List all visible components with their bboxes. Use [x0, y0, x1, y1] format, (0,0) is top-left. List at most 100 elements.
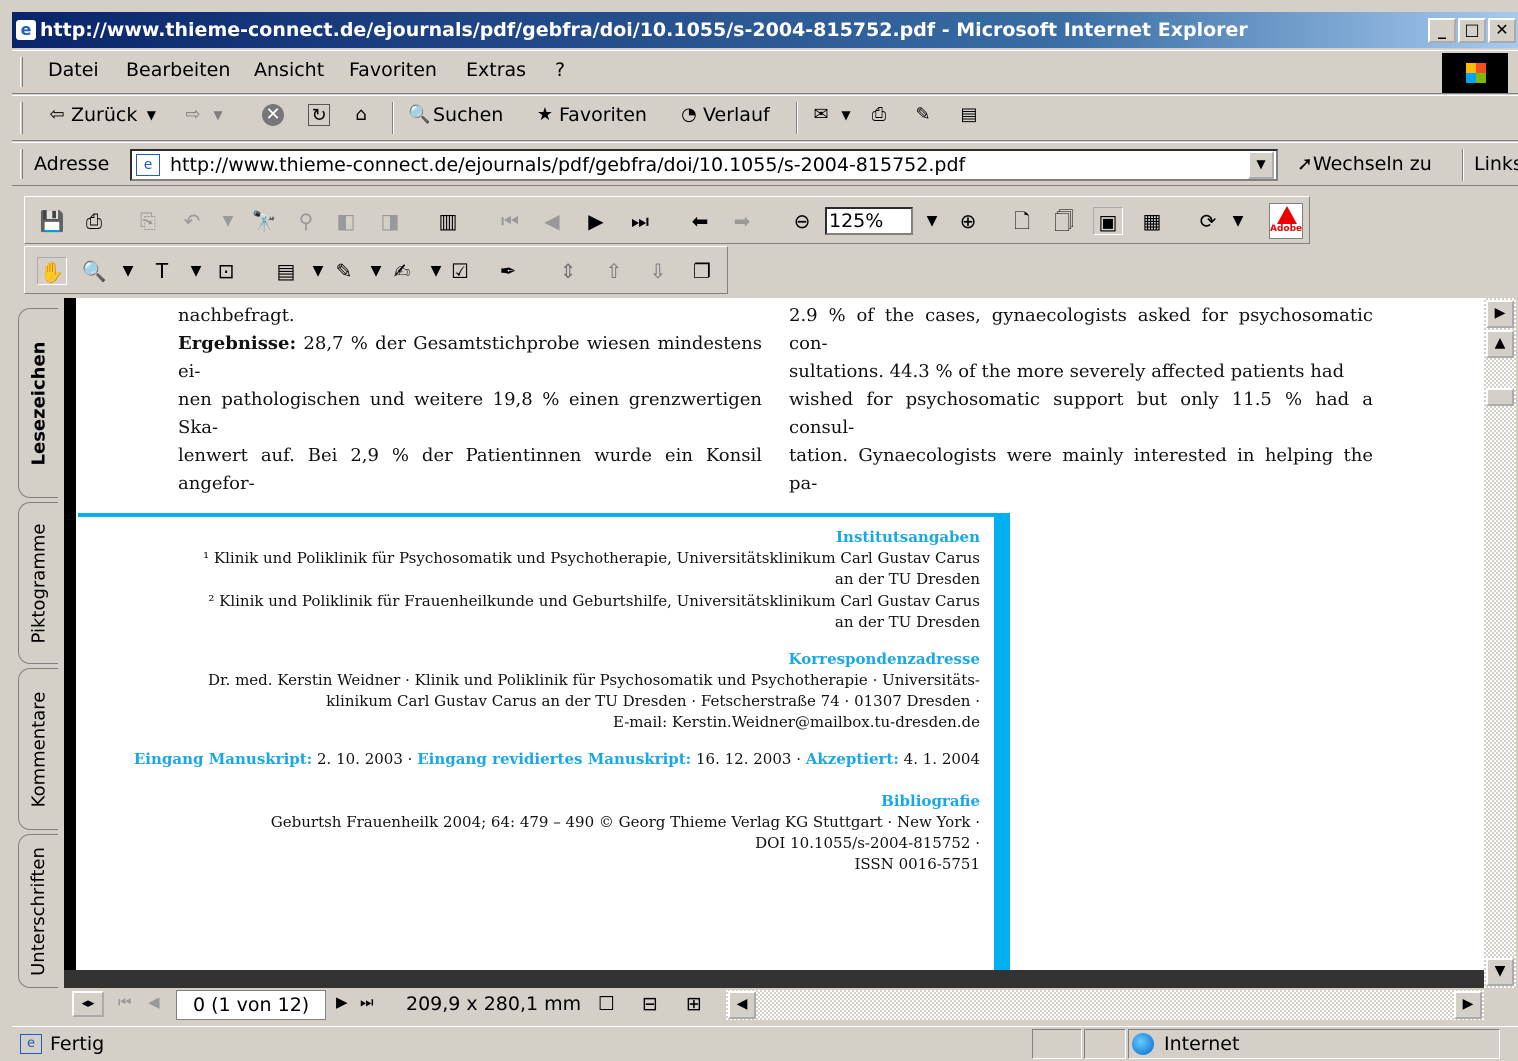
scroll-thumb[interactable] [1486, 388, 1514, 406]
rotate-icon[interactable]: ⟳ [1193, 207, 1223, 235]
address-input[interactable]: e http://www.thieme-connect.de/ejournals… [130, 149, 1278, 181]
spellcheck-icon[interactable]: ☑ [445, 257, 475, 285]
minimize-button[interactable]: _ [1428, 18, 1456, 43]
text-select-icon[interactable]: T [147, 257, 177, 285]
next-page-icon[interactable]: ▶ [581, 207, 611, 235]
reflow-icon[interactable]: ▦ [1137, 207, 1167, 235]
mail-icon: ✉ [813, 104, 829, 125]
favorites-button[interactable]: ★ Favoriten [534, 104, 647, 126]
chevron-down-icon[interactable]: ▼ [113, 257, 143, 285]
menu-ansicht[interactable]: Ansicht [254, 59, 324, 81]
menu-datei[interactable]: Datei [48, 59, 99, 81]
zoom-input[interactable]: 125% [825, 207, 913, 235]
forward-button[interactable]: ⇨ ▼ [182, 104, 229, 126]
chevron-down-icon[interactable]: ▼ [1223, 207, 1253, 235]
go-forward-icon[interactable]: ➡ [727, 207, 757, 235]
chevron-down-icon[interactable]: ▼ [835, 104, 857, 126]
maximize-button[interactable]: □ [1458, 18, 1486, 43]
history-button[interactable]: ◔ Verlauf [678, 104, 770, 126]
pages-icon[interactable]: ❐ [687, 257, 717, 285]
chevron-down-icon[interactable]: ▼ [213, 207, 243, 235]
home-button[interactable]: ⌂ [350, 104, 372, 126]
article-info-box: Institutsangaben ¹ Klinik und Poliklinik… [78, 513, 1010, 970]
chevron-down-icon[interactable]: ▼ [917, 207, 947, 235]
tab-label: Kommentare [28, 691, 50, 807]
history-label: Verlauf [703, 104, 770, 126]
adobe-logo-icon[interactable]: Adobe [1269, 203, 1303, 239]
discuss-button[interactable]: ▤ [958, 104, 980, 126]
close-button[interactable]: ✕ [1488, 18, 1516, 43]
next-page-arrow-icon[interactable]: ▶ [1486, 300, 1514, 328]
previous-view-page-icon[interactable]: ◧ [331, 207, 361, 235]
sign-icon[interactable]: ✒ [493, 257, 523, 285]
fit-width-icon[interactable]: ▣ [1093, 207, 1123, 235]
copy-icon[interactable]: ⎘ [133, 207, 163, 235]
chevron-down-icon[interactable]: ▼ [207, 104, 229, 126]
search-icon[interactable]: ⚲ [291, 207, 321, 235]
scroll-down-arrow-icon[interactable]: ▼ [1486, 958, 1514, 986]
received-label: Eingang Manuskript: [133, 750, 313, 768]
facing-icon[interactable]: ⊞ [686, 993, 702, 1015]
scroll-up-arrow-icon[interactable]: ▲ [1486, 330, 1514, 358]
address-dropdown-button[interactable]: ▼ [1248, 151, 1274, 179]
menu-help[interactable]: ? [555, 59, 565, 81]
menu-extras[interactable]: Extras [466, 59, 526, 81]
go-button[interactable]: ➚Wechseln zu [1297, 153, 1432, 175]
tab-unterschriften[interactable]: Unterschriften [18, 834, 58, 988]
highlighter-icon[interactable]: ✍ [387, 257, 417, 285]
links-button[interactable]: Links [1474, 153, 1518, 175]
fit-page-icon[interactable]: 🗍 [1049, 207, 1079, 235]
revised-date: 16. 12. 2003 [696, 750, 792, 768]
menu-bearbeiten[interactable]: Bearbeiten [126, 59, 230, 81]
continuous-icon[interactable]: ⊟ [642, 993, 658, 1015]
zoom-in-icon[interactable]: ⊕ [953, 207, 983, 235]
first-page-icon[interactable]: ⏮ [495, 207, 525, 235]
print-button[interactable]: ⎙ [868, 104, 890, 126]
next-view-page-icon[interactable]: ◨ [375, 207, 405, 235]
hand-tool-icon[interactable]: ✋ [37, 257, 67, 285]
browser-window: e http://www.thieme-connect.de/ejournals… [0, 0, 1518, 1061]
last-page-icon[interactable]: ⏭ [360, 993, 374, 1011]
last-page-icon[interactable]: ⏭ [625, 207, 655, 235]
institution-heading: Institutsangaben [836, 528, 980, 546]
pencil-icon[interactable]: ✎ [329, 257, 359, 285]
next-page-icon[interactable]: ▶ [336, 993, 348, 1011]
find-icon[interactable]: 🔭 [249, 207, 279, 235]
undo-icon[interactable]: ↶ [177, 207, 207, 235]
tab-lesezeichen[interactable]: Lesezeichen [18, 308, 58, 498]
zoom-out-icon[interactable]: ⊖ [787, 207, 817, 235]
page-up-icon[interactable]: ⇧ [599, 257, 629, 285]
tab-kommentare[interactable]: Kommentare [18, 668, 58, 830]
scroll-right-arrow-icon[interactable]: ▶ [1454, 991, 1482, 1019]
note-icon[interactable]: ▤ [271, 257, 301, 285]
stop-button[interactable]: ✕ [262, 104, 284, 126]
snapshot-icon[interactable]: ⊡ [211, 257, 241, 285]
split-icon[interactable]: ◂▸ [72, 991, 104, 1017]
vertical-scrollbar[interactable]: ▶ ▲ ▼ [1484, 298, 1516, 988]
edit-button[interactable]: ✎ [912, 104, 934, 126]
first-page-icon[interactable]: ⏮ [118, 993, 132, 1011]
go-back-icon[interactable]: ⬅ [685, 207, 715, 235]
actual-size-icon[interactable]: 🗋 [1007, 207, 1037, 235]
page-down-icon[interactable]: ⇩ [643, 257, 673, 285]
menu-favoriten[interactable]: Favoriten [349, 59, 437, 81]
search-button[interactable]: 🔍 Suchen [408, 104, 503, 126]
refresh-button[interactable]: ↻ [308, 104, 330, 126]
previous-page-icon[interactable]: ◀ [148, 993, 160, 1011]
tab-piktogramme[interactable]: Piktogramme [18, 502, 58, 664]
chevron-down-icon[interactable]: ▼ [181, 257, 211, 285]
page-number-field[interactable]: 0 (1 von 12) [176, 990, 326, 1020]
previous-page-icon[interactable]: ◀ [537, 207, 567, 235]
chevron-down-icon[interactable]: ▼ [140, 104, 162, 126]
scroll-up-icon[interactable]: ⇕ [553, 257, 583, 285]
mail-button[interactable]: ✉ ▼ [810, 104, 857, 126]
horizontal-scrollbar[interactable]: ◀ ▶ [726, 990, 1484, 1020]
print-icon[interactable]: ⎙ [79, 207, 109, 235]
zoom-tool-icon[interactable]: 🔍 [79, 257, 109, 285]
scroll-left-arrow-icon[interactable]: ◀ [728, 991, 756, 1019]
navigation-pane-icon[interactable]: ▥ [433, 207, 463, 235]
text-line: sultations. 44.3 % of the more severely … [789, 361, 1345, 382]
single-page-icon[interactable]: ☐ [598, 993, 615, 1015]
save-icon[interactable]: 💾 [37, 207, 67, 235]
back-button[interactable]: ⇦ Zurück ▼ [46, 104, 162, 126]
